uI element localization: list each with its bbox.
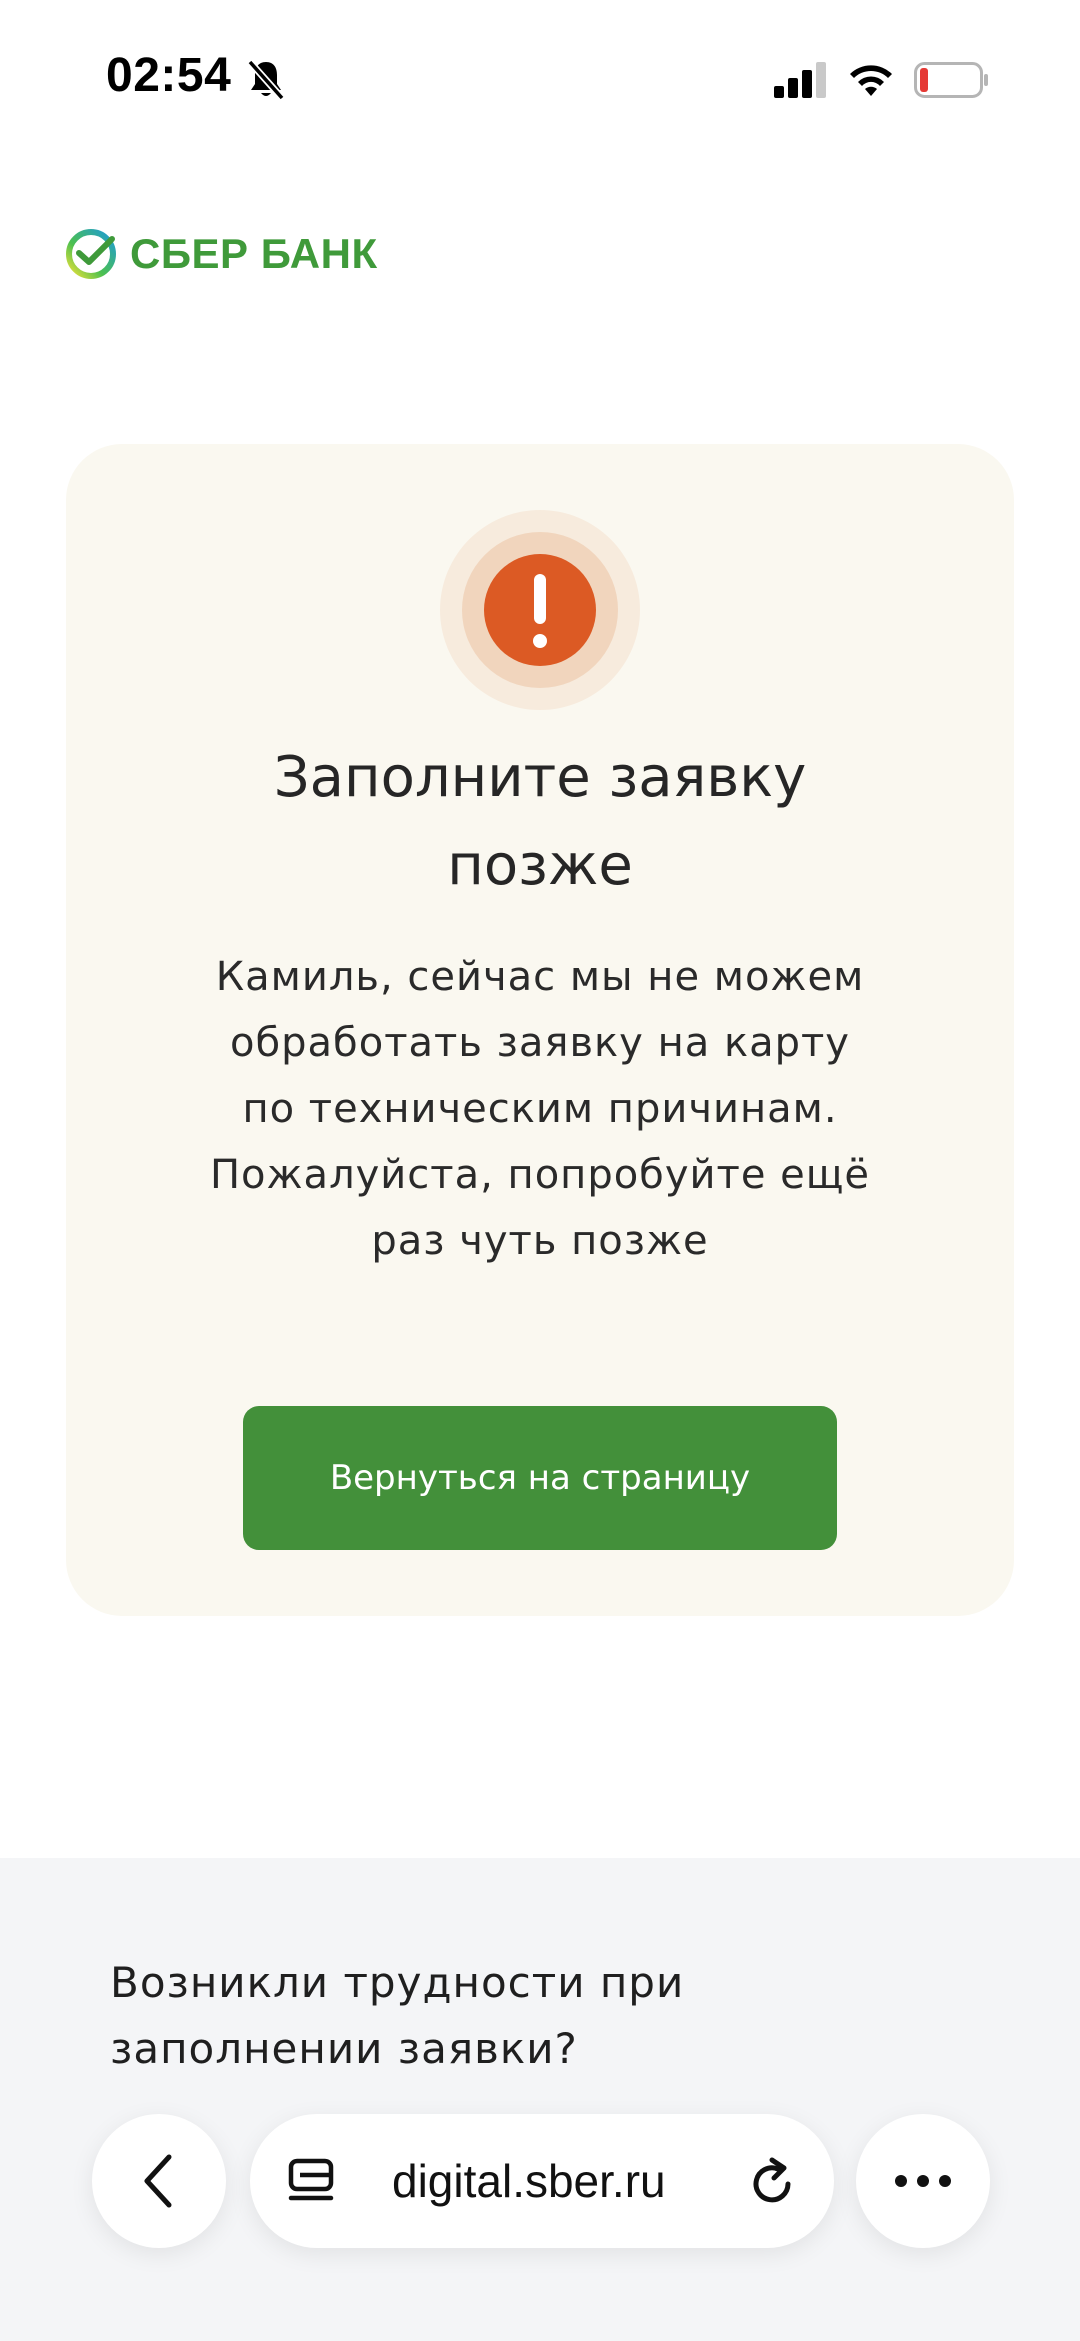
chevron-left-icon	[144, 2154, 172, 2208]
address-bar[interactable]: digital.sber.ru	[250, 2114, 834, 2248]
exclamation-icon	[440, 510, 640, 710]
error-title: Заполните заявку позже	[273, 745, 807, 898]
bell-off-icon	[247, 59, 285, 101]
sber-logo-icon	[66, 229, 116, 279]
url-text: digital.sber.ru	[392, 2155, 666, 2207]
help-question[interactable]: Возникли трудности при заполнении заявки…	[110, 1950, 970, 2082]
ellipsis-icon	[895, 2175, 951, 2187]
browser-toolbar: digital.sber.ru	[0, 2072, 1080, 2341]
return-to-page-button[interactable]: Вернуться на страницу	[243, 1406, 837, 1550]
error-message: Камиль, сейчас мы не можем обработать за…	[209, 954, 871, 1264]
error-card: Заполните заявку позже Камиль, сейчас мы…	[66, 444, 1014, 1616]
brand-name: СБЕР БАНК	[130, 230, 378, 277]
wifi-icon	[850, 65, 892, 96]
status-time: 02:54	[106, 49, 232, 102]
status-bar: 02:54	[0, 0, 1080, 160]
reload-icon[interactable]	[748, 2156, 798, 2208]
sber-logo[interactable]: СБЕР БАНК	[64, 226, 378, 282]
battery-icon	[914, 62, 988, 98]
reader-mode-icon[interactable]	[288, 2158, 334, 2206]
more-options-button[interactable]	[856, 2114, 990, 2248]
cellular-signal-icon	[774, 62, 826, 98]
back-button[interactable]	[92, 2114, 226, 2248]
